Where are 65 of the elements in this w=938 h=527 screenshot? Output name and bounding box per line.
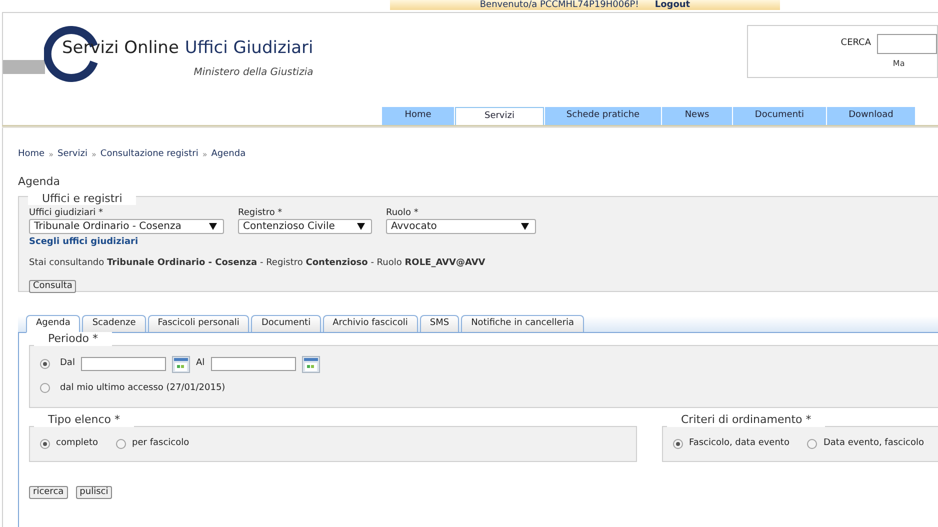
choose-offices-link[interactable]: Scegli uffici giudiziari	[29, 236, 938, 249]
radio-button[interactable]	[673, 438, 683, 448]
tab[interactable]: Documenti	[251, 314, 321, 332]
caret-icon	[357, 222, 365, 230]
field-label: Ruolo *	[386, 208, 420, 218]
option-label: dal mio ultimo accesso (27/01/2015)	[60, 382, 226, 394]
dropdown[interactable]: Avvocato	[386, 218, 536, 234]
nav-tab[interactable]: News	[662, 107, 732, 125]
radio-button[interactable]	[807, 438, 818, 448]
breadcrumb-link[interactable]: Agenda	[211, 148, 246, 162]
breadcrumb-link[interactable]: Servizi	[57, 148, 88, 162]
tab[interactable]: Archivio fascicoli	[322, 314, 418, 332]
breadcrumb-separator: »	[202, 148, 208, 161]
nav-tab[interactable]: Documenti	[733, 107, 826, 125]
radio-button[interactable]	[116, 438, 126, 448]
logo-title: Servizi Online	[62, 38, 179, 58]
tab[interactable]: Notifiche in cancelleria	[461, 314, 584, 332]
form-button[interactable]: ricerca	[29, 486, 68, 498]
form-button[interactable]: pulisci	[76, 486, 112, 498]
logo-bar	[3, 60, 45, 74]
fieldset-legend: Periodo *	[34, 332, 112, 346]
nav-tab[interactable]: Download	[827, 107, 915, 125]
field-label: Registro *	[238, 208, 284, 218]
search-label: CERCA	[840, 37, 871, 50]
caret-icon	[521, 222, 529, 230]
date-field[interactable]	[80, 357, 166, 371]
caret-icon	[209, 222, 217, 230]
field-label: Uffici giudiziari *	[29, 208, 104, 218]
search-field[interactable]	[877, 34, 937, 54]
nav-tab[interactable]: Schede pratiche	[545, 107, 661, 125]
radio-button[interactable]	[40, 383, 50, 394]
page-title: Agenda	[18, 176, 61, 188]
nav-tab[interactable]: Home	[382, 107, 454, 125]
option-label: Dal	[60, 357, 75, 370]
search-link[interactable]: Ma	[892, 58, 905, 70]
breadcrumb-link[interactable]: Consultazione registri	[100, 148, 198, 162]
radio-button[interactable]	[40, 438, 50, 448]
welcome-text: Benvenuto/a PCCMHL74P19H006P!	[480, 0, 639, 10]
nav-tab[interactable]: Servizi	[455, 107, 544, 125]
logo-title: Uffici Giudiziari	[184, 38, 314, 58]
option-label: per fascicolo	[132, 436, 190, 450]
option-label: Fascicolo, data evento	[689, 436, 790, 450]
breadcrumb-link[interactable]: Home	[18, 148, 45, 162]
dropdown[interactable]: Contenzioso Civile	[238, 218, 372, 234]
calendar-icon[interactable]	[172, 356, 190, 372]
option-label: completo	[56, 436, 98, 450]
consulta-button[interactable]: Consulta	[29, 280, 76, 292]
fieldset-legend: Uffici e registri	[28, 192, 136, 204]
tab[interactable]: Fascicoli personali	[148, 314, 250, 332]
tab[interactable]: Agenda	[26, 314, 80, 332]
status-text: Stai consultando Tribunale Ordinario - Cosenza - Registro Contenzioso - Ruolo ROLE_AVV@AVV	[29, 257, 486, 270]
date-field[interactable]	[210, 357, 296, 371]
tab[interactable]: SMS	[420, 314, 460, 332]
breadcrumb-separator: »	[48, 148, 54, 161]
option-label: Data evento, fascicolo	[823, 436, 924, 450]
calendar-icon[interactable]	[302, 356, 320, 372]
radio-button[interactable]	[40, 359, 50, 369]
fieldset-legend: Criteri di ordinamento *	[667, 412, 826, 426]
option-label: Al	[196, 357, 205, 370]
dropdown[interactable]: Tribunale Ordinario - Cosenza	[29, 218, 224, 234]
logo-subtitle: Ministero della Giustizia	[194, 66, 314, 80]
tab[interactable]: Scadenze	[82, 314, 146, 332]
fieldset-legend: Tipo elenco *	[34, 412, 134, 426]
logout-link[interactable]: Logout	[654, 0, 690, 10]
breadcrumb-separator: »	[92, 148, 96, 161]
